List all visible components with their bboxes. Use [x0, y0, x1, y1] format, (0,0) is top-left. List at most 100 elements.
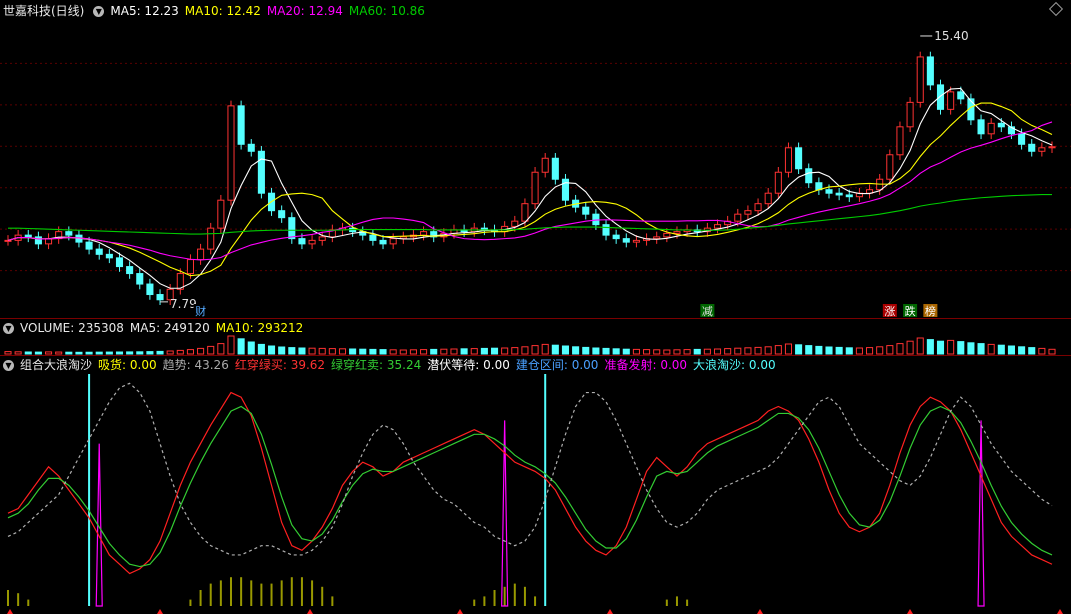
volume-bar [713, 348, 722, 355]
volume-bar [926, 339, 934, 355]
volume-bar [1007, 345, 1015, 355]
indicator-line [7, 391, 1053, 575]
volume-bar [460, 348, 468, 355]
candlestick [105, 253, 113, 259]
volume-bar [65, 351, 73, 355]
candlestick [551, 157, 559, 180]
volume-bar [501, 347, 509, 355]
candlestick [663, 232, 671, 238]
volume-bar [379, 349, 387, 355]
bottom-tick [157, 609, 163, 614]
volume-bar [298, 347, 306, 355]
candlestick [957, 91, 965, 100]
volume-bar [673, 349, 681, 355]
accumulation-bar [311, 580, 314, 606]
volume-bar [146, 351, 154, 355]
candlestick [156, 294, 164, 301]
bottom-tick [607, 609, 613, 614]
event-marker: 减 [702, 305, 713, 318]
ma5-line [7, 87, 1053, 289]
volume-bar [561, 345, 570, 355]
accumulation-bar [321, 586, 324, 606]
volume-bar [197, 347, 205, 355]
ma20-line [7, 121, 1053, 261]
volume-bar [592, 347, 600, 355]
accumulation-bar [513, 583, 516, 606]
volume-bar [936, 340, 945, 355]
candlestick [227, 105, 235, 201]
candlestick [754, 203, 762, 212]
candlestick [1018, 133, 1026, 145]
candlestick [379, 239, 387, 245]
candlestick [541, 157, 549, 173]
volume-bar [490, 347, 499, 355]
volume-bar [217, 343, 225, 355]
accumulation-bar [260, 583, 263, 606]
candlestick [896, 126, 904, 156]
candlestick [632, 239, 640, 243]
volume-bar [55, 351, 63, 355]
volume-bar [278, 346, 286, 355]
volume-bar [115, 351, 124, 355]
accumulation-bar [290, 577, 293, 606]
volume-bar [724, 348, 732, 355]
volume-bar [24, 351, 32, 355]
candlestick [592, 213, 600, 226]
volume-bar [166, 350, 174, 355]
bottom-tick [307, 609, 313, 614]
candlestick [24, 234, 32, 238]
volume-bar [622, 348, 630, 355]
volume-bar [997, 344, 1005, 355]
candlestick [95, 248, 103, 255]
volume-bar [45, 351, 53, 355]
candlestick [582, 206, 590, 215]
accumulation-bar [240, 577, 243, 606]
accumulation-bar [229, 577, 232, 606]
volume-bar [359, 348, 367, 355]
volume-bar [511, 347, 519, 355]
volume-bar [308, 347, 316, 355]
volume-bar [774, 345, 782, 355]
volume-bar [551, 344, 559, 355]
candlestick [207, 227, 215, 250]
candlestick [653, 236, 661, 240]
candlestick [4, 239, 12, 242]
candlestick [622, 238, 630, 243]
volume-bar [75, 351, 83, 355]
volume-bar [430, 348, 438, 355]
volume-bar [1048, 348, 1056, 355]
volume-bar [470, 348, 478, 355]
candlestick [734, 213, 742, 222]
volume-bar [207, 345, 215, 355]
accumulation-bar [493, 590, 496, 606]
volume-bar [1018, 346, 1026, 355]
accumulation-bar [665, 599, 668, 606]
volume-bar [703, 348, 711, 355]
volume-bar [825, 346, 833, 355]
candlestick [146, 283, 154, 296]
volume-bar [34, 351, 42, 355]
volume-bar [409, 349, 417, 355]
candlestick [916, 56, 924, 103]
volume-bar [186, 349, 194, 355]
volume-bar [764, 346, 772, 355]
ma60-line [8, 194, 1052, 235]
volume-bar [855, 347, 863, 355]
event-marker: 财 [195, 304, 206, 318]
candlestick [257, 150, 265, 194]
volume-bar [734, 347, 742, 355]
candlestick [511, 220, 519, 227]
volume-bar [643, 349, 651, 355]
bottom-tick [907, 609, 913, 614]
volume-bar [14, 351, 22, 355]
volume-bar [967, 342, 975, 355]
accumulation-bar [534, 596, 537, 606]
volume-bar [126, 351, 134, 355]
volume-bar [247, 341, 255, 355]
volume-bar [349, 348, 357, 355]
volume-bar [420, 349, 428, 355]
candlestick [1048, 146, 1056, 149]
stock-chart[interactable]: 15.40 7.79财 减 涨跌榜 [0, 0, 1071, 614]
volume-bar [389, 349, 397, 355]
candlestick [369, 234, 377, 241]
